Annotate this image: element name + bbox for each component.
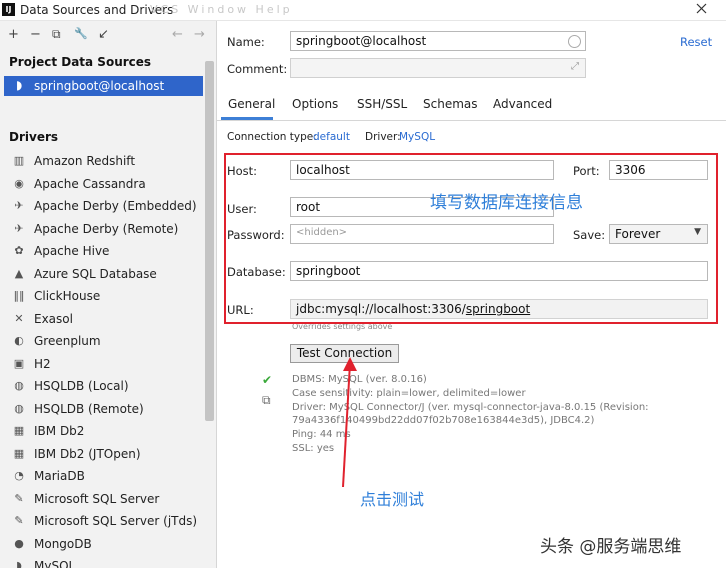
forward-arrow-icon[interactable]: → bbox=[194, 27, 205, 42]
mysql-icon: ◗ bbox=[16, 559, 22, 568]
annotation-fill-info: 填写数据库连接信息 bbox=[430, 193, 583, 213]
connection-type-link[interactable]: default bbox=[313, 131, 350, 143]
driver-label: Apache Hive bbox=[34, 244, 110, 258]
mariadb-icon: ◔ bbox=[14, 469, 24, 482]
hsqldb-icon: ◍ bbox=[14, 401, 24, 415]
tab-general[interactable]: General bbox=[228, 97, 275, 111]
hive-icon: ✿ bbox=[14, 244, 24, 257]
watermark: 头条 @服务端思维 bbox=[540, 537, 682, 557]
duplicate-icon[interactable]: ⧉ bbox=[52, 27, 61, 42]
driver-label: HSQLDB (Local) bbox=[34, 379, 129, 393]
driver-label: Microsoft SQL Server bbox=[34, 491, 160, 506]
driver-label: Azure SQL Database bbox=[34, 266, 157, 281]
expand-icon[interactable]: ⤢ bbox=[571, 61, 579, 72]
greenplum-icon: ◐ bbox=[14, 334, 24, 347]
name-input[interactable]: springboot@localhost bbox=[290, 31, 586, 51]
derby-icon: ✈ bbox=[14, 221, 24, 235]
mssql-icon: ✎ bbox=[14, 514, 24, 527]
h2-icon: ▣ bbox=[13, 356, 25, 370]
tab-schemas[interactable]: Schemas bbox=[423, 97, 478, 111]
name-label: Name: bbox=[227, 35, 265, 49]
driver-label: Greenplum bbox=[34, 334, 101, 348]
project-sources-title: Project Data Sources bbox=[9, 55, 152, 69]
driver-label: H2 bbox=[34, 356, 51, 371]
exasol-icon: ✕ bbox=[14, 311, 24, 325]
hsqldb-icon: ◍ bbox=[14, 379, 24, 392]
driver-label: MongoDB bbox=[34, 536, 92, 551]
tab-ssh-ssl[interactable]: SSH/SSL bbox=[357, 97, 407, 111]
back-arrow-icon[interactable]: ← bbox=[172, 27, 183, 42]
driver-label: Apache Cassandra bbox=[34, 176, 146, 191]
db2-icon: ▦ bbox=[13, 424, 25, 437]
wrench-icon[interactable]: 🔧 bbox=[74, 27, 88, 40]
highlight-box bbox=[224, 153, 718, 324]
left-panel: + − ⧉ 🔧 ↙ ← → Project Data Sources ◗ spr… bbox=[0, 21, 217, 568]
comment-label: Comment: bbox=[227, 62, 288, 76]
check-icon: ✔ bbox=[262, 373, 273, 387]
derby-icon: ✈ bbox=[14, 199, 24, 212]
driver-label: IBM Db2 (JTOpen) bbox=[34, 446, 141, 461]
annotation-click-test: 点击测试 bbox=[360, 490, 425, 509]
driver-label: Apache Derby (Embedded) bbox=[34, 199, 197, 213]
mysql-icon: ◗ bbox=[16, 78, 23, 92]
close-button[interactable] bbox=[678, 0, 726, 18]
driver-label: Amazon Redshift bbox=[34, 154, 136, 168]
tab-separator bbox=[216, 120, 726, 121]
reset-link[interactable]: Reset bbox=[680, 35, 712, 49]
scrollbar[interactable] bbox=[205, 61, 214, 421]
make-global-icon[interactable]: ↙ bbox=[98, 27, 109, 42]
add-icon[interactable]: + bbox=[8, 27, 19, 42]
driver-label: Apache Derby (Remote) bbox=[34, 221, 179, 236]
driver-label: ClickHouse bbox=[34, 289, 101, 303]
driver-label: MySQL bbox=[34, 559, 76, 568]
remove-icon[interactable]: − bbox=[30, 27, 41, 42]
datasource-label: springboot@localhost bbox=[34, 79, 165, 93]
result-line-ssl: SSL: yes bbox=[292, 443, 335, 454]
driver-label: MariaDB bbox=[34, 469, 85, 483]
drivers-title: Drivers bbox=[9, 130, 59, 144]
copy-icon[interactable]: ⧉ bbox=[262, 393, 271, 408]
arrow-annotation bbox=[342, 357, 357, 488]
circle-icon bbox=[568, 35, 581, 48]
redshift-icon: ▥ bbox=[13, 154, 25, 167]
result-line-case: Case sensitivity: plain=lower, delimited… bbox=[292, 388, 526, 399]
driver-label: Microsoft SQL Server (jTds) bbox=[34, 514, 198, 528]
mssql-icon: ✎ bbox=[14, 491, 24, 505]
clickhouse-icon: ‖‖ bbox=[13, 289, 25, 302]
comment-input[interactable] bbox=[290, 58, 586, 78]
driver-label: IBM Db2 bbox=[34, 424, 85, 438]
app-icon: IJ bbox=[2, 3, 15, 16]
connection-type-label: Connection type: bbox=[227, 131, 317, 143]
mongodb-icon: ● bbox=[14, 536, 24, 550]
datasource-item-springboot[interactable]: ◗ springboot@localhost bbox=[4, 76, 203, 96]
title-bar: IJ Data Sources and Drivers VCS Window H… bbox=[0, 0, 726, 21]
driver-label: Exasol bbox=[34, 311, 73, 326]
db2-icon: ▦ bbox=[13, 446, 25, 460]
azure-icon: ▲ bbox=[14, 266, 24, 280]
background-menu: VCS Window Help bbox=[150, 3, 293, 16]
driver-label: Driver: bbox=[365, 131, 401, 143]
close-icon bbox=[696, 3, 707, 14]
tab-options[interactable]: Options bbox=[292, 97, 338, 111]
driver-label: HSQLDB (Remote) bbox=[34, 401, 144, 416]
driver-link[interactable]: MySQL bbox=[399, 131, 435, 143]
tab-advanced[interactable]: Advanced bbox=[493, 97, 552, 111]
cassandra-icon: ◉ bbox=[14, 176, 24, 190]
